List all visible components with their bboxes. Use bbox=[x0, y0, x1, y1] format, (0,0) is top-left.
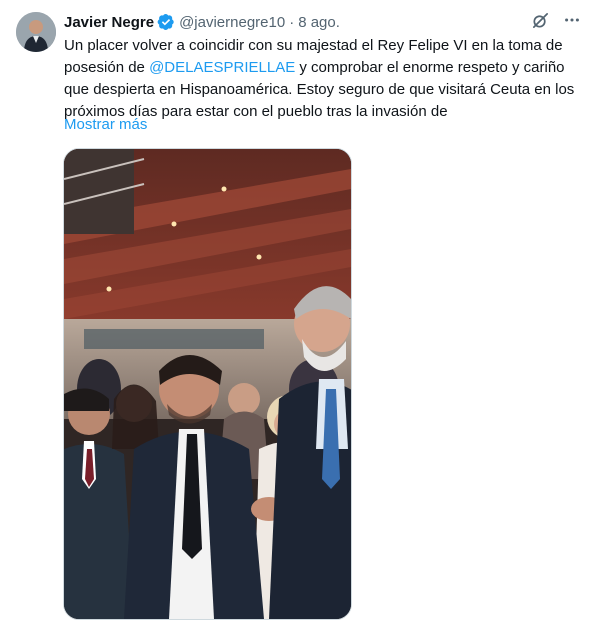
verified-badge-icon[interactable] bbox=[157, 13, 175, 31]
tweet[interactable]: Javier Negre @javiernegre10 · 8 ago. Un bbox=[0, 0, 598, 620]
avatar[interactable] bbox=[16, 12, 56, 52]
grok-icon[interactable] bbox=[530, 10, 550, 30]
tweet-date[interactable]: 8 ago. bbox=[298, 14, 340, 31]
tweet-video[interactable] bbox=[63, 148, 352, 620]
mention-link[interactable]: @DELAESPRIELLAE bbox=[149, 59, 295, 76]
header-actions bbox=[530, 10, 582, 30]
more-options-icon[interactable] bbox=[562, 10, 582, 30]
separator-dot: · bbox=[289, 13, 295, 31]
author-handle[interactable]: @javiernegre10 bbox=[179, 14, 285, 31]
show-more-link[interactable]: Mostrar más bbox=[64, 114, 147, 136]
tweet-header: Javier Negre @javiernegre10 · 8 ago. bbox=[64, 11, 538, 33]
author-name[interactable]: Javier Negre bbox=[64, 14, 154, 31]
tweet-text: Un placer volver a coincidir con su maje… bbox=[64, 35, 584, 123]
